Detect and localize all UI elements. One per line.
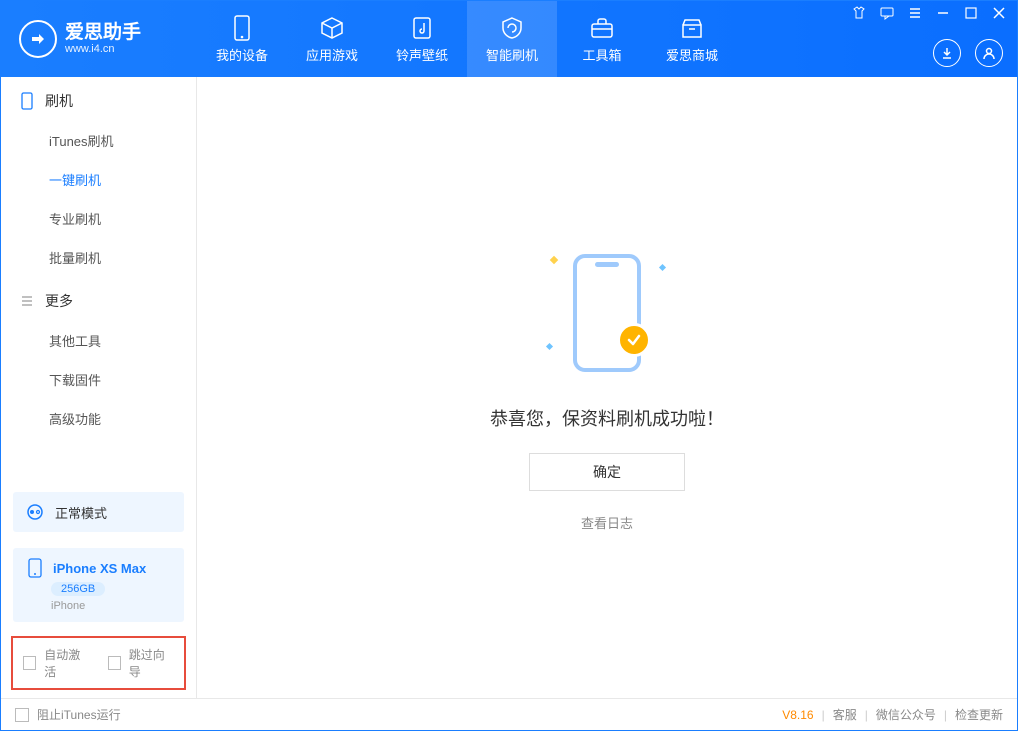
app-window: 爱思助手 www.i4.cn 我的设备 应用游戏 铃声壁纸 智能刷机 xyxy=(0,0,1018,731)
sidebar-group-more: 更多 xyxy=(1,277,196,321)
nav-label: 应用游戏 xyxy=(306,45,358,64)
minimize-button[interactable] xyxy=(935,5,951,21)
menu-icon[interactable] xyxy=(907,5,923,21)
toolbox-icon xyxy=(589,15,615,41)
ok-button[interactable]: 确定 xyxy=(529,453,685,491)
mode-label: 正常模式 xyxy=(55,503,107,522)
device-card[interactable]: iPhone XS Max 256GB iPhone xyxy=(13,548,184,622)
sidebar-item-pro[interactable]: 专业刷机 xyxy=(1,199,196,238)
success-title: 恭喜您，保资料刷机成功啦！ xyxy=(490,405,724,431)
app-title: 爱思助手 xyxy=(65,23,141,44)
nav-toolbox[interactable]: 工具箱 xyxy=(557,1,647,77)
group-title: 更多 xyxy=(45,291,73,311)
sidebar: 刷机 iTunes刷机 一键刷机 专业刷机 批量刷机 更多 其他工具 下载固件 … xyxy=(1,77,197,698)
window-controls xyxy=(841,1,1017,25)
maximize-button[interactable] xyxy=(963,5,979,21)
mode-icon xyxy=(25,502,45,522)
body: 刷机 iTunes刷机 一键刷机 专业刷机 批量刷机 更多 其他工具 下载固件 … xyxy=(1,77,1017,698)
support-link[interactable]: 客服 xyxy=(833,706,857,723)
sidebar-item-download-fw[interactable]: 下载固件 xyxy=(1,360,196,399)
header-right-actions xyxy=(933,39,1003,67)
device-icon xyxy=(25,558,45,578)
nav-ringtones[interactable]: 铃声壁纸 xyxy=(377,1,467,77)
sidebar-item-batch[interactable]: 批量刷机 xyxy=(1,238,196,277)
group-title: 刷机 xyxy=(45,91,73,111)
nav-my-device[interactable]: 我的设备 xyxy=(197,1,287,77)
device-name: iPhone XS Max xyxy=(53,561,146,576)
logo-area: 爱思助手 www.i4.cn xyxy=(1,20,197,58)
stop-itunes-checkbox[interactable]: 阻止iTunes运行 xyxy=(15,706,121,723)
sidebar-item-itunes[interactable]: iTunes刷机 xyxy=(1,121,196,160)
phone-icon xyxy=(229,15,255,41)
device-type: iPhone xyxy=(51,600,85,612)
download-button[interactable] xyxy=(933,39,961,67)
logo-icon xyxy=(19,20,57,58)
view-log-link[interactable]: 查看日志 xyxy=(581,513,633,532)
sparkle-icon xyxy=(546,343,553,350)
nav-smart-flash[interactable]: 智能刷机 xyxy=(467,1,557,77)
footer: 阻止iTunes运行 V8.16 | 客服 | 微信公众号 | 检查更新 xyxy=(1,698,1017,730)
sidebar-group-flash: 刷机 xyxy=(1,77,196,121)
mode-card[interactable]: 正常模式 xyxy=(13,492,184,532)
version-label: V8.16 xyxy=(782,708,813,722)
options-box: 自动激活 跳过向导 xyxy=(11,636,186,690)
refresh-shield-icon xyxy=(499,15,525,41)
check-update-link[interactable]: 检查更新 xyxy=(955,706,1003,723)
nav-label: 工具箱 xyxy=(582,45,621,64)
checkbox-icon xyxy=(15,708,29,722)
checkbox-icon xyxy=(23,656,36,670)
list-icon xyxy=(19,293,35,309)
check-badge-icon xyxy=(617,323,651,357)
wechat-link[interactable]: 微信公众号 xyxy=(876,706,936,723)
skip-guide-label: 跳过向导 xyxy=(129,646,174,680)
header: 爱思助手 www.i4.cn 我的设备 应用游戏 铃声壁纸 智能刷机 xyxy=(1,1,1017,77)
sidebar-item-advanced[interactable]: 高级功能 xyxy=(1,399,196,438)
nav-label: 爱思商城 xyxy=(666,45,718,64)
main-content: 恭喜您，保资料刷机成功啦！ 确定 查看日志 xyxy=(197,77,1017,698)
auto-activate-label: 自动激活 xyxy=(44,646,89,680)
feedback-icon[interactable] xyxy=(879,5,895,21)
nav-label: 智能刷机 xyxy=(486,45,538,64)
auto-activate-checkbox[interactable]: 自动激活 xyxy=(23,646,90,680)
success-illustration xyxy=(537,243,677,383)
nav-label: 铃声壁纸 xyxy=(396,45,448,64)
app-subtitle: www.i4.cn xyxy=(65,43,141,55)
nav-store[interactable]: 爱思商城 xyxy=(647,1,737,77)
skip-guide-checkbox[interactable]: 跳过向导 xyxy=(108,646,175,680)
nav-apps-games[interactable]: 应用游戏 xyxy=(287,1,377,77)
sidebar-item-other-tools[interactable]: 其他工具 xyxy=(1,321,196,360)
music-icon xyxy=(409,15,435,41)
user-button[interactable] xyxy=(975,39,1003,67)
device-storage: 256GB xyxy=(51,582,105,596)
sparkle-icon xyxy=(659,264,666,271)
phone-outline-icon xyxy=(19,93,35,109)
cube-icon xyxy=(319,15,345,41)
stop-itunes-label: 阻止iTunes运行 xyxy=(37,706,121,723)
sparkle-icon xyxy=(550,256,558,264)
close-button[interactable] xyxy=(991,5,1007,21)
sidebar-item-oneclick[interactable]: 一键刷机 xyxy=(1,160,196,199)
store-icon xyxy=(679,15,705,41)
shirt-icon[interactable] xyxy=(851,5,867,21)
top-nav: 我的设备 应用游戏 铃声壁纸 智能刷机 工具箱 爱思商城 xyxy=(197,1,737,77)
checkbox-icon xyxy=(108,656,121,670)
nav-label: 我的设备 xyxy=(216,45,268,64)
